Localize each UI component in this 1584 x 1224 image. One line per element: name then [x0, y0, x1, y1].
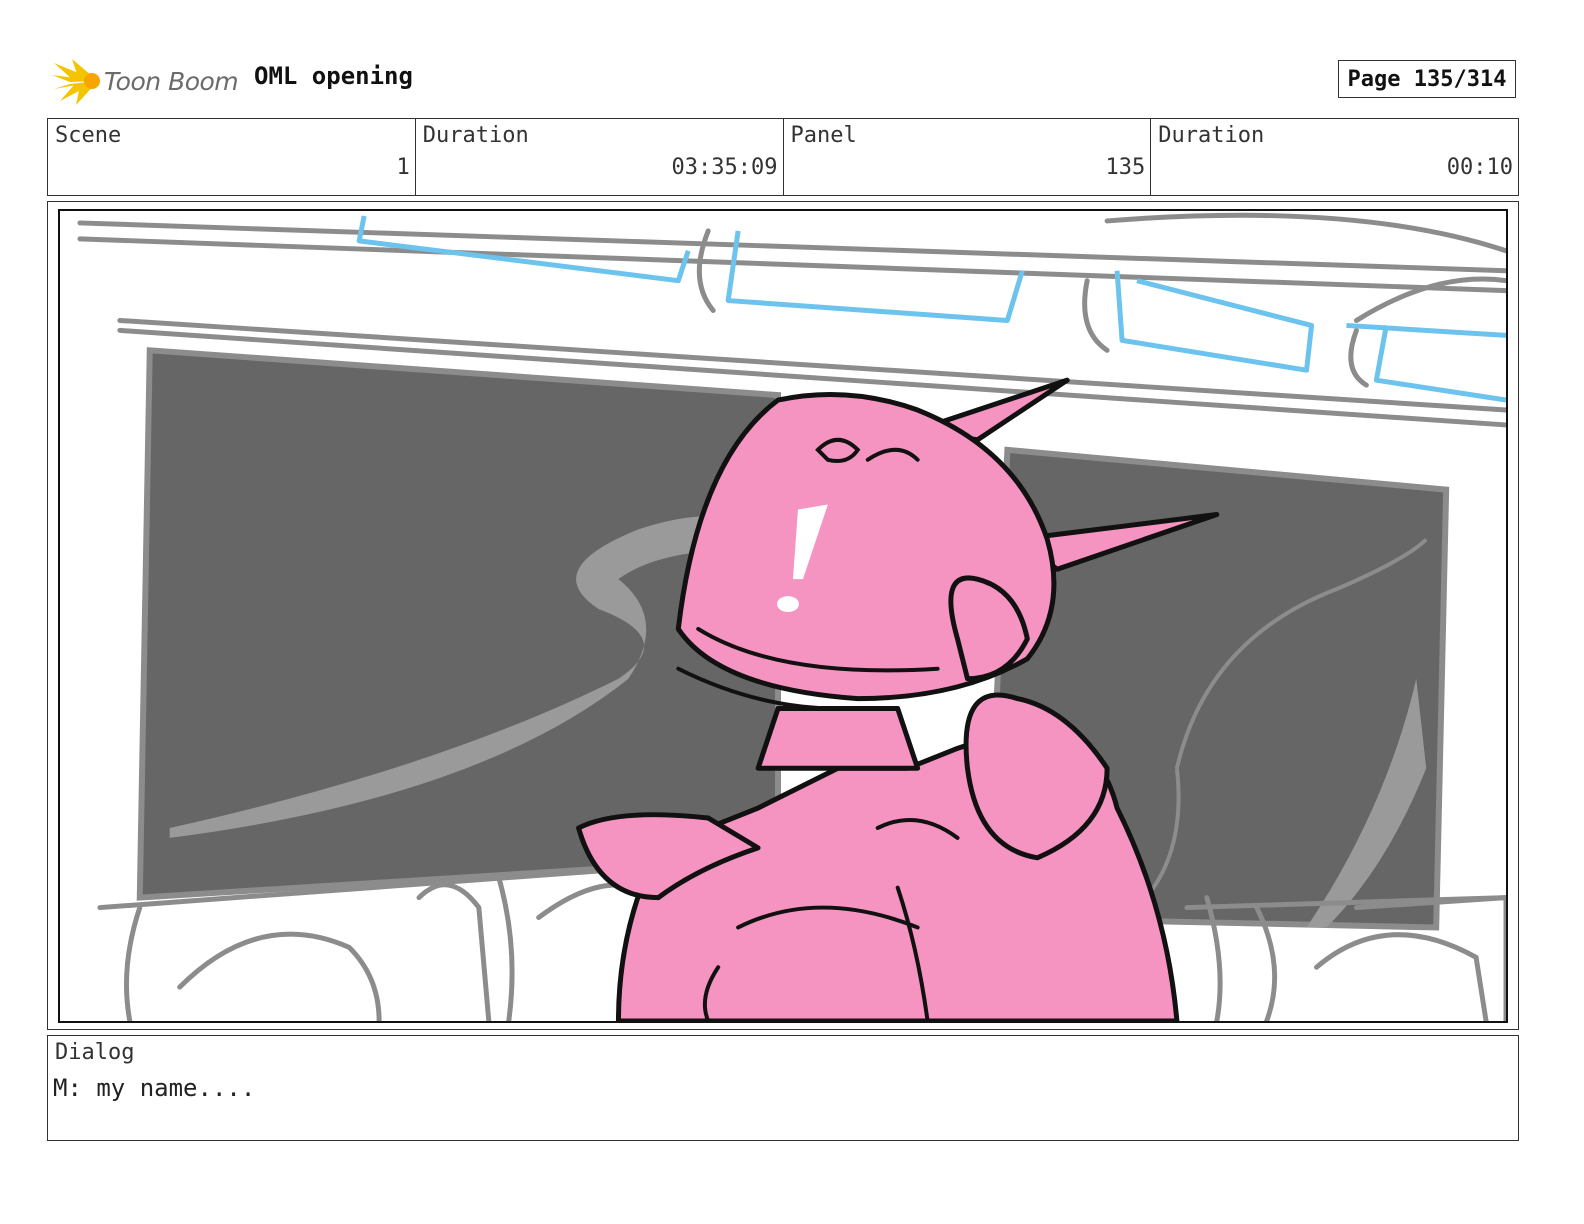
panel-info-row: Scene 1 Duration 03:35:09 Panel 135 Dura…	[47, 118, 1519, 196]
toon-boom-logo: Toon Boom	[50, 54, 240, 108]
page-number: Page 135/314	[1338, 60, 1516, 98]
logo-text: Toon Boom	[104, 66, 239, 96]
scene-duration-value: 03:35:09	[671, 155, 778, 180]
panel-duration-cell: Duration 00:10	[1151, 119, 1518, 195]
document-title: OML opening	[254, 62, 413, 90]
scene-duration-label: Duration	[422, 123, 529, 148]
panel-cell: Panel 135	[784, 119, 1152, 195]
scene-duration-cell: Duration 03:35:09	[416, 119, 784, 195]
storyboard-image	[58, 209, 1508, 1023]
storyboard-panel-frame	[47, 201, 1519, 1030]
starburst-icon	[52, 59, 100, 105]
panel-duration-value: 00:10	[1446, 155, 1513, 180]
dialog-text: M: my name....	[53, 1074, 256, 1102]
scene-cell: Scene 1	[48, 119, 416, 195]
dialog-box: Dialog M: my name....	[47, 1035, 1519, 1141]
panel-duration-label: Duration	[1158, 123, 1265, 148]
scene-value: 1	[396, 155, 410, 180]
dialog-label: Dialog	[55, 1040, 135, 1065]
panel-value: 135	[1105, 155, 1146, 180]
storyboard-sketch	[77, 212, 1506, 1021]
scene-label: Scene	[55, 123, 122, 148]
panel-label: Panel	[790, 123, 857, 148]
